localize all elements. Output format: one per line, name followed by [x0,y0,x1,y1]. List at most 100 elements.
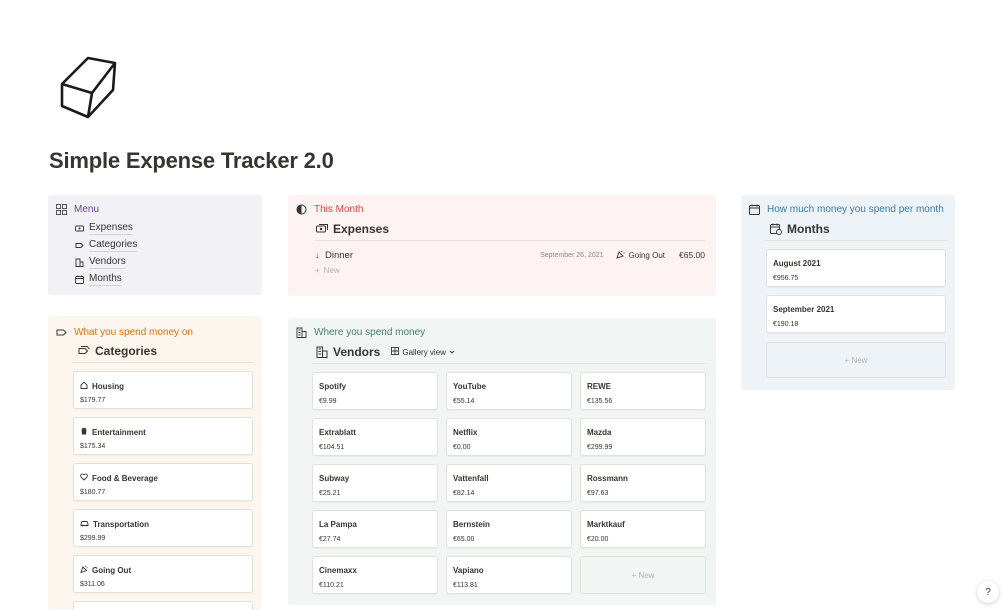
vendors-db-title[interactable]: Vendors Gallery view [316,345,455,359]
vendors-title: Where you spend money [314,327,426,338]
vendor-card-title: REWE [587,382,611,391]
new-label: New [323,266,340,275]
vendor-card-value: €0.00 [453,444,471,451]
categories-db-label: Categories [95,344,158,358]
vendor-card[interactable]: Mazda €299.99 [580,418,706,456]
menu-item-label: Categories [89,239,138,252]
expense-category[interactable]: Going Out [615,250,665,261]
month-card-title: September 2021 [773,305,835,314]
page-title: Simple Expense Tracker 2.0 [49,148,334,173]
banknote-icon [316,223,328,235]
help-button[interactable]: ? [977,581,999,603]
vendor-card[interactable]: Netflix €0.00 [446,418,572,456]
gallery-icon [391,347,400,357]
category-card-title: Food & Beverage [80,473,158,483]
vendor-card-title: Mazda [587,428,612,437]
month-card-title: August 2021 [773,259,821,268]
monthly-callout: How much money you spend per month Month… [741,195,955,390]
category-card-value: $311.06 [80,581,105,588]
categories-title: What you spend money on [74,327,193,338]
divider [315,240,705,241]
categories-header: What you spend money on [56,327,193,338]
category-card-value: $299.99 [80,535,106,542]
vendor-card-title: La Pampa [319,520,357,529]
vendor-card-title: Cinemaxx [319,566,357,575]
vendors-db-label: Vendors [333,345,381,359]
vendors-header: Where you spend money [296,327,425,338]
vendor-card-title: Extrablatt [319,428,356,437]
vendor-card-value: €25.21 [319,490,341,497]
car-icon [80,519,89,529]
gallery-view-label: Gallery view [402,347,446,357]
new-label: New [638,570,655,580]
vendor-card-title: Netflix [453,428,478,437]
vendor-card[interactable]: Vattenfall €82.14 [446,464,572,502]
vendor-card-title: Bernstein [453,520,490,529]
vendor-card[interactable]: Spotify €9.99 [312,372,438,410]
chevron-down-icon [449,348,455,357]
category-card[interactable]: Entertainment $175.34 [73,417,253,455]
vendor-card[interactable]: Marktkauf €20.00 [580,510,706,548]
arrow-down-icon: ↓ [315,250,320,260]
category-card-value: $179.77 [80,397,106,404]
table-row[interactable]: ↓ Dinner September 26, 2021 Going Out €6… [315,247,705,263]
expense-category-label: Going Out [628,250,665,260]
new-vendor-button[interactable]: + New [580,556,706,594]
house-icon [80,381,88,391]
vendor-card[interactable]: Extrablatt €104.51 [312,418,438,456]
category-card[interactable]: Transportation $299.99 [73,509,253,547]
months-db-label: Months [787,222,830,236]
category-card[interactable]: Housing $179.77 [73,371,253,409]
gallery-view-button[interactable]: Gallery view [391,347,455,357]
months-db-title[interactable]: Months [770,222,830,236]
building-icon [316,346,328,358]
category-card[interactable]: Going Out $311.06 [73,555,253,593]
month-card[interactable]: August 2021 €956.75 [766,249,946,287]
vendor-card[interactable]: Vapiano €113.81 [446,556,572,594]
vendor-card[interactable]: Subway €25.21 [312,464,438,502]
vendor-card[interactable]: YouTube €55.14 [446,372,572,410]
vendor-card[interactable]: REWE €135.56 [580,372,706,410]
calendar-clock-icon [770,223,782,235]
category-card[interactable] [73,601,253,610]
expenses-db-title[interactable]: Expenses [316,222,389,236]
heart-icon [80,473,88,483]
vendor-card-value: €9.99 [319,398,337,405]
vendor-card[interactable]: La Pampa €27.74 [312,510,438,548]
menu-item-categories[interactable]: Categories [75,237,138,254]
menu-item-expenses[interactable]: Expenses [75,220,137,237]
category-card-title: Going Out [80,565,131,575]
menu-item-label: Expenses [89,222,133,235]
menu-header: Menu [56,204,99,215]
category-card-title: Housing [80,381,124,391]
vendor-card-value: €55.14 [453,398,475,405]
divider [766,240,946,241]
menu-item-vendors[interactable]: Vendors [75,254,137,271]
vendor-card[interactable]: Bernstein €65.00 [446,510,572,548]
vendor-card-value: €82.14 [453,490,475,497]
category-card-title: Transportation [80,519,149,529]
vendor-card-title: Vapiano [453,566,484,575]
category-name: Going Out [92,565,132,575]
expense-name: Dinner [325,249,353,261]
menu-item-label: Months [89,273,122,286]
category-card[interactable]: Food & Beverage $180.77 [73,463,253,501]
new-month-button[interactable]: + New [766,342,946,378]
vendor-card[interactable]: Rossmann €97.63 [580,464,706,502]
vendor-card-value: €27.74 [319,536,341,543]
vendor-card-value: €113.81 [453,582,478,589]
new-label: New [851,355,868,365]
new-expense-button[interactable]: + New [315,266,340,275]
vendor-card-value: €104.51 [319,444,345,451]
category-card-value: $180.77 [80,489,106,496]
party-icon [615,250,625,261]
divider [72,362,253,363]
categories-db-title[interactable]: Categories [78,344,157,358]
vendor-card-title: Marktkauf [587,520,625,529]
category-card-title: Entertainment [80,427,146,437]
expense-amount: €65.00 [679,250,705,260]
expense-date: September 26, 2021 [540,251,604,259]
month-card[interactable]: September 2021 €190.18 [766,295,946,333]
vendor-card[interactable]: Cinemaxx €110.21 [312,556,438,594]
menu-item-months[interactable]: Months [75,271,137,288]
